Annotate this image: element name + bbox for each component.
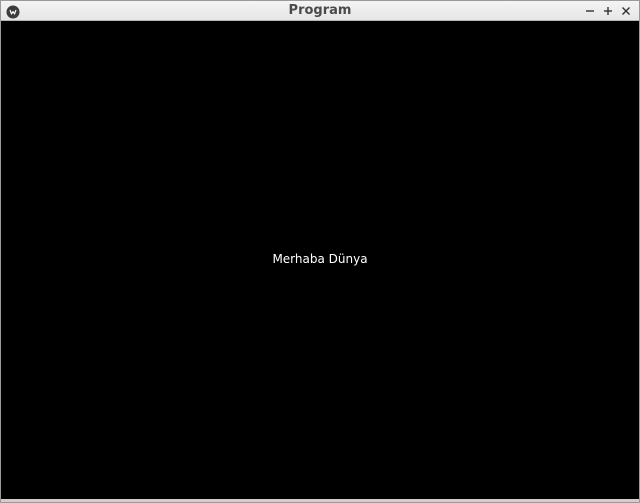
app-window: Program Merhaba Dünya	[0, 0, 640, 503]
maximize-button[interactable]	[599, 2, 617, 20]
canvas-area[interactable]: Merhaba Dünya	[1, 21, 639, 499]
title-bar[interactable]: Program	[1, 1, 639, 21]
close-button[interactable]	[617, 2, 635, 20]
hello-label: Merhaba Dünya	[272, 252, 368, 266]
window-bottom-border	[1, 499, 639, 502]
maximize-icon	[604, 7, 612, 15]
minimize-icon	[586, 10, 594, 12]
minimize-button[interactable]	[581, 2, 599, 20]
window-controls	[581, 2, 635, 20]
close-icon	[622, 7, 630, 15]
app-logo-icon[interactable]	[6, 4, 20, 19]
window-title: Program	[288, 3, 352, 18]
